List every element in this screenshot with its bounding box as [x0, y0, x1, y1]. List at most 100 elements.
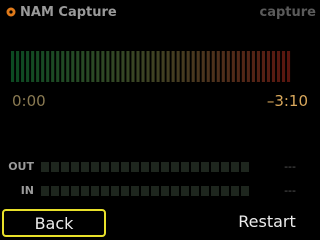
- meter-segment: [51, 51, 55, 82]
- meter-segment: [126, 51, 130, 82]
- level-segment: [41, 162, 49, 172]
- input-level-label: IN: [20, 184, 34, 197]
- meter-segment: [146, 51, 150, 82]
- meter-segment: [201, 51, 205, 82]
- output-level-value: ---: [284, 160, 296, 173]
- app-title: NAM Capture: [20, 5, 117, 20]
- level-segment: [41, 186, 49, 196]
- meter-segment: [231, 51, 235, 82]
- capture-level-meter: [11, 51, 291, 82]
- meter-segment: [171, 51, 175, 82]
- meter-segment: [141, 51, 145, 82]
- elapsed-time: 0:00: [12, 92, 46, 110]
- meter-segment: [121, 51, 125, 82]
- level-segment: [181, 162, 189, 172]
- level-segment: [141, 162, 149, 172]
- level-segment: [151, 186, 159, 196]
- meter-segment: [91, 51, 95, 82]
- restart-button[interactable]: Restart: [222, 209, 312, 237]
- level-segment: [91, 162, 99, 172]
- meter-segment: [26, 51, 30, 82]
- meter-segment: [96, 51, 100, 82]
- level-segment: [101, 186, 109, 196]
- level-segment: [111, 186, 119, 196]
- input-level-value: ---: [284, 184, 296, 197]
- meter-segment: [266, 51, 271, 82]
- level-segment: [221, 186, 229, 196]
- meter-segment: [131, 51, 135, 82]
- input-level-meter: [41, 186, 249, 196]
- meter-segment: [211, 51, 215, 82]
- level-segment: [171, 162, 179, 172]
- meter-segment: [41, 51, 45, 82]
- meter-segment: [286, 51, 291, 82]
- meter-segment: [181, 51, 185, 82]
- meter-segment: [276, 51, 281, 82]
- remaining-time: –3:10: [266, 92, 308, 110]
- level-segment: [231, 186, 239, 196]
- level-segment: [171, 186, 179, 196]
- meter-segment: [111, 51, 115, 82]
- level-segment: [101, 162, 109, 172]
- mode-label: capture: [259, 5, 316, 20]
- meter-segment: [251, 51, 255, 82]
- level-segment: [141, 186, 149, 196]
- meter-segment: [176, 51, 180, 82]
- meter-segment: [21, 51, 25, 82]
- meter-segment: [161, 51, 165, 82]
- output-level-meter: [41, 162, 249, 172]
- meter-segment: [256, 51, 260, 82]
- meter-segment: [221, 51, 225, 82]
- meter-segment: [281, 51, 286, 82]
- level-segment: [191, 186, 199, 196]
- level-segment: [211, 162, 219, 172]
- level-segment: [61, 186, 69, 196]
- level-segment: [181, 186, 189, 196]
- level-segment: [91, 186, 99, 196]
- meter-segment: [226, 51, 230, 82]
- meter-segment: [81, 51, 85, 82]
- level-segment: [61, 162, 69, 172]
- level-segment: [201, 162, 209, 172]
- meter-segment: [271, 51, 276, 82]
- title-bar: NAM Capture capture: [0, 0, 320, 26]
- level-segment: [81, 162, 89, 172]
- meter-segment: [186, 51, 190, 82]
- level-segment: [71, 162, 79, 172]
- level-segment: [51, 162, 59, 172]
- level-segment: [161, 162, 169, 172]
- meter-segment: [101, 51, 105, 82]
- level-segment: [71, 186, 79, 196]
- meter-segment: [66, 51, 70, 82]
- meter-segment: [11, 51, 15, 82]
- meter-segment: [261, 51, 265, 82]
- meter-segment: [191, 51, 195, 82]
- output-level-label: OUT: [8, 160, 34, 173]
- meter-segment: [76, 51, 80, 82]
- back-button[interactable]: Back: [2, 209, 106, 237]
- level-segment: [131, 186, 139, 196]
- meter-segment: [16, 51, 20, 82]
- meter-segment: [106, 51, 110, 82]
- meter-segment: [36, 51, 40, 82]
- meter-segment: [31, 51, 35, 82]
- level-segment: [121, 162, 129, 172]
- meter-segment: [246, 51, 250, 82]
- meter-segment: [71, 51, 75, 82]
- level-segment: [241, 162, 249, 172]
- meter-segment: [166, 51, 170, 82]
- level-segment: [241, 186, 249, 196]
- meter-segment: [156, 51, 160, 82]
- level-segment: [151, 162, 159, 172]
- level-segment: [191, 162, 199, 172]
- level-segment: [51, 186, 59, 196]
- meter-segment: [46, 51, 50, 82]
- level-segment: [81, 186, 89, 196]
- level-segment: [111, 162, 119, 172]
- meter-segment: [151, 51, 155, 82]
- meter-segment: [241, 51, 245, 82]
- meter-segment: [236, 51, 240, 82]
- meter-segment: [86, 51, 90, 82]
- level-segment: [221, 162, 229, 172]
- level-segment: [121, 186, 129, 196]
